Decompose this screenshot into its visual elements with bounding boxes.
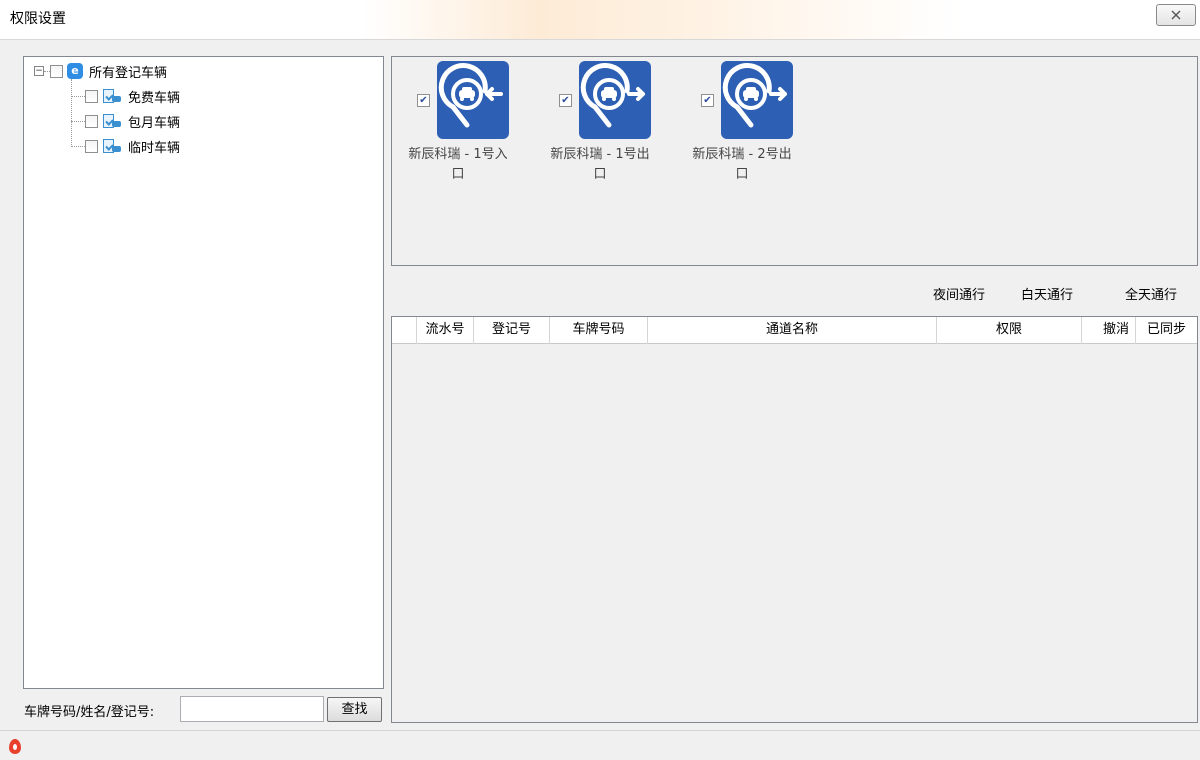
- column-header[interactable]: 流水号: [417, 317, 474, 344]
- column-header[interactable]: 撤消: [1082, 317, 1136, 344]
- search-input[interactable]: [180, 696, 324, 722]
- gate-panel: ✔ 新辰科瑞 - 1号入 口 ✔ 新辰科瑞 - 1号出 口 ✔ 新辰科瑞 - 2…: [391, 56, 1198, 266]
- allday-access-button[interactable]: 全天通行: [1125, 284, 1177, 303]
- window-title: 权限设置: [10, 11, 66, 27]
- tree-checkbox[interactable]: [85, 89, 98, 103]
- permission-grid[interactable]: 流水号 登记号 车牌号码 通道名称 权限 撤消 已同步: [391, 316, 1198, 723]
- column-header[interactable]: 权限: [937, 317, 1082, 344]
- vehicle-category-icon: [102, 88, 122, 104]
- gate-checkbox[interactable]: ✔: [701, 94, 714, 107]
- tree-item-label: 临时车辆: [128, 140, 181, 156]
- tree-item-free-vehicles[interactable]: 免费车辆: [71, 87, 181, 106]
- tree-item-temporary-vehicles[interactable]: 临时车辆: [71, 137, 181, 156]
- tree-item-label: 所有登记车辆: [89, 65, 168, 81]
- column-header[interactable]: 车牌号码: [550, 317, 648, 344]
- app-logo-icon: e: [67, 63, 83, 79]
- collapse-toggle[interactable]: −: [34, 66, 44, 76]
- root-checkbox[interactable]: [50, 64, 63, 78]
- day-access-button[interactable]: 白天通行: [1021, 284, 1073, 303]
- grid-header: 流水号 登记号 车牌号码 通道名称 权限 撤消 已同步: [392, 317, 1197, 344]
- gate-item-2[interactable]: ✔ 新辰科瑞 - 1号出 口: [534, 57, 662, 197]
- vehicle-category-icon: [102, 113, 122, 129]
- vehicle-category-icon: [102, 138, 122, 154]
- close-icon: [1171, 9, 1181, 23]
- gate-label-wrap: 口: [451, 167, 465, 182]
- column-header[interactable]: 已同步: [1136, 317, 1197, 344]
- gate-exit-icon[interactable]: [721, 61, 793, 139]
- tree-item-root[interactable]: − e 所有登记车辆: [34, 62, 168, 81]
- close-button[interactable]: [1156, 4, 1196, 26]
- search-label: 车牌号码/姓名/登记号:: [24, 705, 155, 720]
- gate-label-wrap: 口: [593, 167, 607, 182]
- tree-item-label: 免费车辆: [128, 90, 181, 106]
- row-header-column: [392, 317, 417, 344]
- status-bar: [0, 730, 1200, 760]
- column-header[interactable]: 通道名称: [648, 317, 937, 344]
- gate-item-3[interactable]: ✔ 新辰科瑞 - 2号出 口: [676, 57, 804, 197]
- gate-checkbox[interactable]: ✔: [559, 94, 572, 107]
- title-bar: 权限设置: [0, 0, 1200, 40]
- gate-checkbox[interactable]: ✔: [417, 94, 430, 107]
- vehicle-tree: − e 所有登记车辆 免费车辆 包月车辆 临时车辆: [23, 56, 384, 689]
- tree-item-label: 包月车辆: [128, 115, 181, 131]
- gate-label: 新辰科瑞 - 2号出: [692, 147, 792, 162]
- fire-status-icon: [9, 739, 21, 754]
- search-button[interactable]: 查找: [327, 697, 382, 722]
- gate-label: 新辰科瑞 - 1号出: [550, 147, 650, 162]
- tree-checkbox[interactable]: [85, 139, 98, 153]
- tree-item-monthly-vehicles[interactable]: 包月车辆: [71, 112, 181, 131]
- gate-item-1[interactable]: ✔ 新辰科瑞 - 1号入 口: [392, 57, 520, 197]
- column-header[interactable]: 登记号: [474, 317, 550, 344]
- tree-checkbox[interactable]: [85, 114, 98, 128]
- gate-entry-icon[interactable]: [437, 61, 509, 139]
- night-access-button[interactable]: 夜间通行: [933, 284, 985, 303]
- gate-label-wrap: 口: [735, 167, 749, 182]
- gate-label: 新辰科瑞 - 1号入: [408, 147, 508, 162]
- gate-exit-icon[interactable]: [579, 61, 651, 139]
